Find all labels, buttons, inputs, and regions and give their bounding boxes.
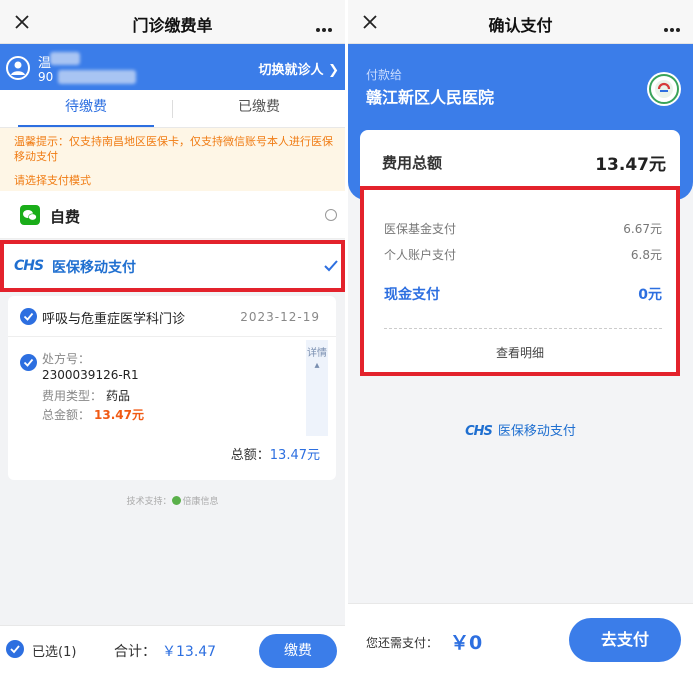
self-pay-option[interactable]: 自费 (0, 191, 345, 239)
total-amount-label: 总金额： (42, 408, 91, 422)
check-circle-icon[interactable] (20, 308, 37, 325)
fund-payment-row: 医保基金支付 6.67元 (384, 220, 662, 237)
chevron-up-icon: ▴ (314, 360, 320, 371)
chs-brand: CHS 医保移动支付 (348, 420, 693, 439)
tip-text: 温馨提示：仅支持南昌地区医保卡，仅支持微信账号本人进行医保移动支付 (14, 135, 333, 163)
dashed-divider (384, 328, 662, 329)
self-pay-radio[interactable] (325, 209, 337, 221)
warning-tip: 温馨提示：仅支持南昌地区医保卡，仅支持微信账号本人进行医保移动支付 请选择支付模… (0, 128, 345, 191)
chs-logo: CHS (465, 424, 493, 439)
self-pay-label: 自费 (50, 208, 81, 226)
bill-total-label: 总额： (230, 448, 270, 463)
chevron-right-icon: ❯ (328, 63, 339, 78)
payment-footer: 您还需支付： ￥0 去支付 (348, 603, 693, 673)
more-icon[interactable] (315, 18, 333, 32)
confirm-payment-screen: 确认支付 付款给 赣江新区人民医院 费用总额 13.47元 医保基金支付 6.6… (348, 0, 693, 673)
checkmark-icon (323, 258, 339, 274)
personal-account-label: 个人账户支付 (384, 248, 457, 262)
detail-toggle[interactable]: 详情 ▴ (306, 340, 328, 436)
total-fee-value: 13.47元 (595, 155, 666, 175)
fee-type-value: 药品 (106, 389, 131, 403)
amount-due-label: 您还需支付： (366, 636, 439, 650)
top-bar: 确认支付 (348, 0, 693, 44)
bill-date: 2023-12-19 (240, 310, 320, 324)
total-fee-card: 费用总额 13.47元 (360, 130, 680, 186)
page-title: 确认支付 (488, 16, 553, 35)
user-icon (6, 56, 30, 80)
fund-payment-value: 6.67元 (623, 222, 662, 236)
tech-support-brand: 倍康信息 (182, 497, 219, 507)
redacted-name (50, 52, 80, 65)
total-amount-value: 13.47元 (94, 408, 144, 422)
bill-tabs: 待缴费 已缴费 (0, 90, 345, 128)
choose-mode-text: 请选择支付模式 (14, 174, 91, 187)
top-bar: 门诊缴费单 (0, 0, 345, 44)
switch-patient-label: 切换就诊人 (258, 63, 324, 78)
hospital-logo-icon (647, 72, 681, 106)
switch-patient-button[interactable]: 切换就诊人 ❯ (259, 59, 339, 78)
sum-value: ￥13.47 (162, 644, 217, 660)
personal-account-row: 个人账户支付 6.8元 (384, 246, 662, 263)
sum-total: 合计： ￥13.47 (114, 641, 216, 661)
amount-due-value: ￥0 (450, 632, 483, 654)
fee-type-label: 费用类型： (42, 389, 103, 403)
hospital-name: 赣江新区人民医院 (366, 88, 495, 107)
tab-paid[interactable]: 已缴费 (173, 96, 345, 116)
redacted-card-number (58, 70, 136, 84)
check-circle-icon[interactable] (20, 354, 37, 371)
view-details-link[interactable]: 查看明细 (364, 344, 676, 361)
tech-support-label: 技术支持： (126, 497, 172, 507)
pay-to-label: 付款给 (366, 68, 403, 82)
cash-payment-label: 现金支付 (384, 287, 440, 303)
divider (8, 336, 336, 337)
cash-payment-row: 现金支付 0元 (384, 284, 662, 304)
cash-payment-value: 0元 (638, 287, 662, 303)
bill-total-value: 13.47元 (269, 448, 320, 463)
checkout-bar: 已选(1) 合计： ￥13.47 缴费 (0, 625, 345, 673)
department-name: 呼吸与危重症医学科门诊 (42, 312, 186, 327)
chs-logo: CHS (14, 258, 44, 274)
brand-icon (171, 496, 181, 505)
patient-card-number: 90 (38, 70, 54, 84)
total-fee-label: 费用总额 (382, 154, 443, 172)
pay-button[interactable]: 缴费 (259, 634, 337, 668)
bill-card: 呼吸与危重症医学科门诊 2023-12-19 处方号： 2300039126-R… (8, 296, 336, 480)
go-pay-button[interactable]: 去支付 (569, 618, 681, 662)
chs-pay-option[interactable]: CHS 医保移动支付 (0, 240, 345, 292)
personal-account-value: 6.8元 (630, 248, 662, 262)
fund-payment-label: 医保基金支付 (384, 222, 457, 236)
chs-pay-label: 医保移动支付 (52, 260, 136, 276)
chs-brand-text: 医保移动支付 (497, 424, 576, 439)
select-all-check-icon[interactable] (6, 640, 24, 658)
sum-label: 合计： (114, 644, 156, 660)
outpatient-bill-screen: 门诊缴费单 温 90 切换就诊人 ❯ 待缴费 已缴费 温馨提示：仅支持南昌地区医… (0, 0, 345, 673)
page-title: 门诊缴费单 (132, 16, 213, 35)
prescription-label: 处方号： (42, 352, 91, 366)
tech-support: 技术支持： 倍康信息 (0, 494, 345, 507)
payment-breakdown: 医保基金支付 6.67元 个人账户支付 6.8元 现金支付 0元 查看明细 (360, 186, 680, 376)
tab-unpaid[interactable]: 待缴费 (0, 96, 172, 116)
tab-active-indicator (18, 125, 154, 127)
wechat-icon (20, 205, 40, 225)
selected-count: 已选(1) (32, 645, 77, 660)
prescription-number: 2300039126-R1 (42, 368, 139, 382)
bill-total: 总额：13.47元 (231, 444, 320, 463)
patient-bar: 温 90 切换就诊人 ❯ (0, 44, 345, 90)
more-icon[interactable] (663, 18, 681, 32)
detail-label: 详情 (307, 348, 327, 359)
